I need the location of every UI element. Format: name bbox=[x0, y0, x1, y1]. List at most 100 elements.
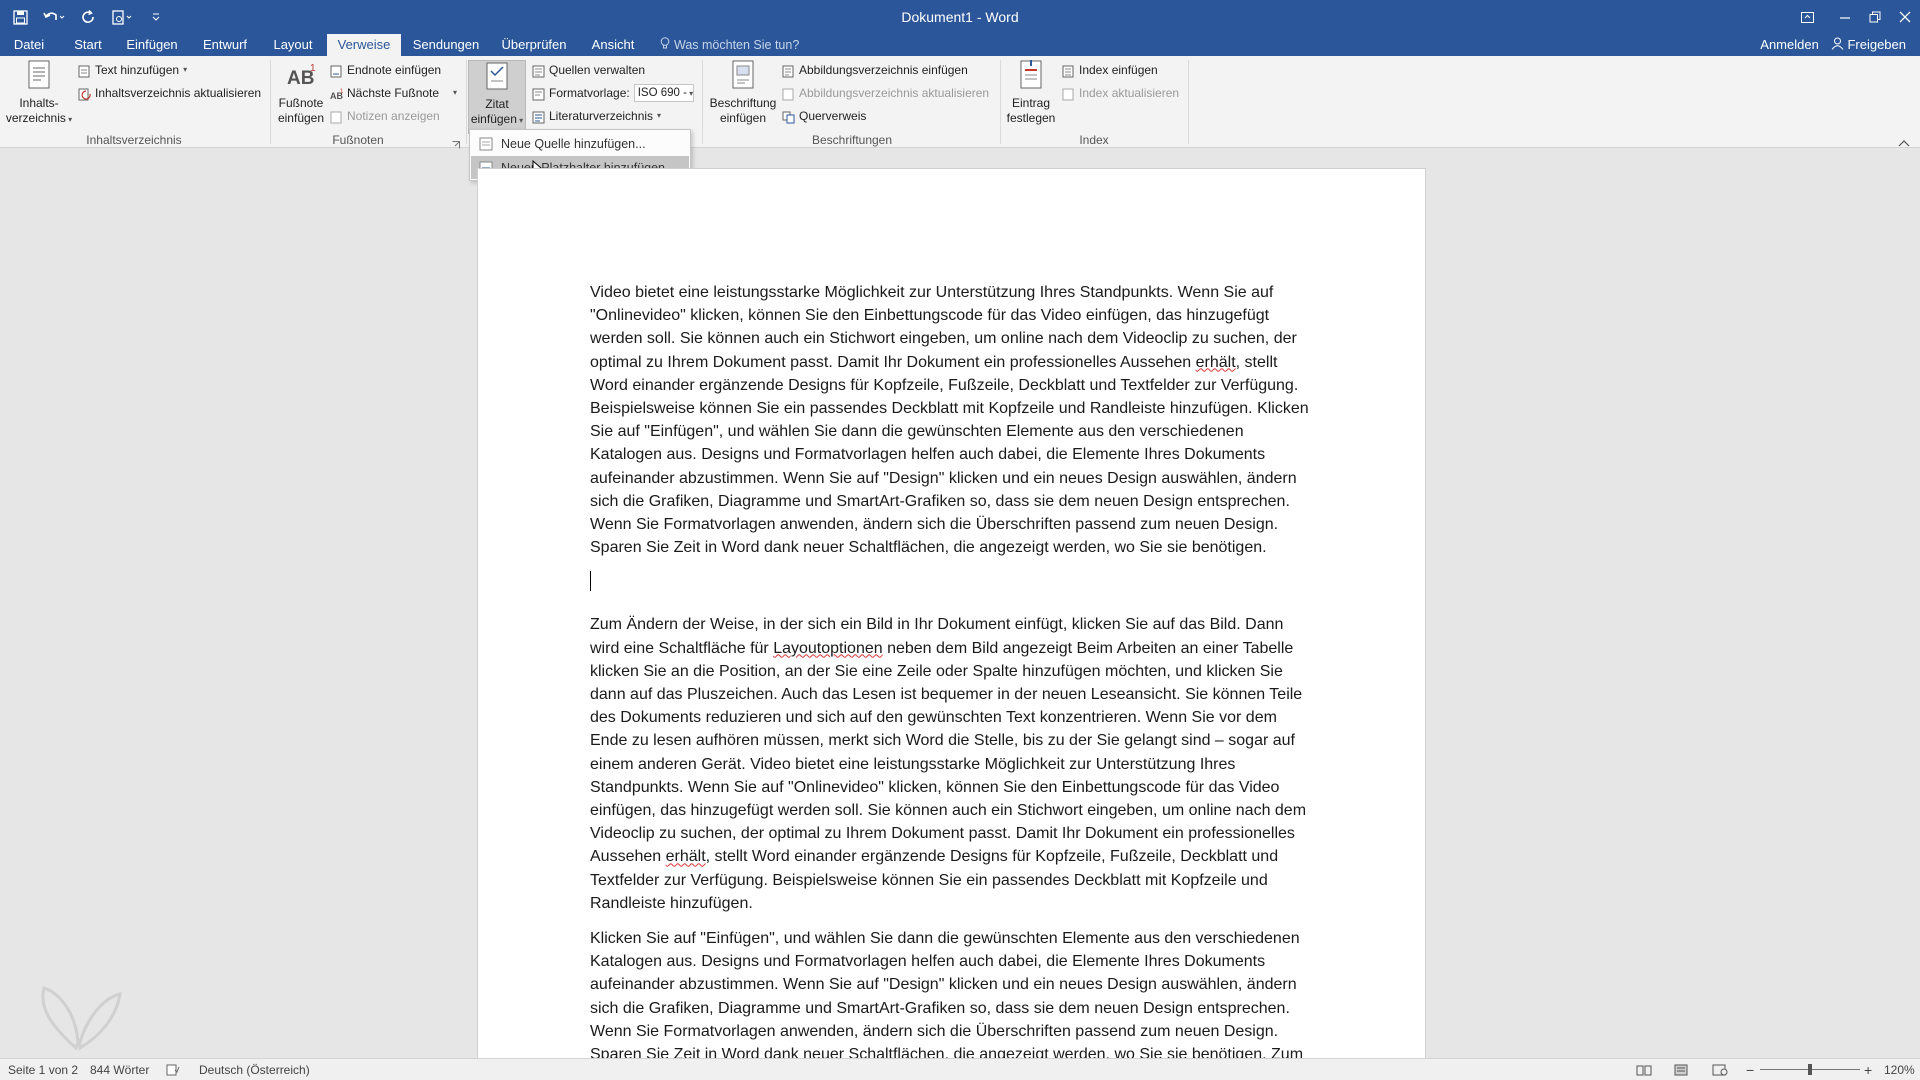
mark-entry-button[interactable]: Eintrag festlegen bbox=[1002, 60, 1060, 126]
menu-item-new-source[interactable]: Neue Quelle hinzufügen... bbox=[471, 132, 689, 155]
bibliography-label: Literaturverzeichnis bbox=[549, 109, 654, 123]
language-indicator[interactable]: Deutsch (Österreich) bbox=[199, 1059, 310, 1080]
svg-text:1: 1 bbox=[340, 89, 344, 95]
caption-label-1: Beschriftung bbox=[709, 96, 777, 110]
paragraph[interactable]: Zum Ändern der Weise, in der sich ein Bi… bbox=[590, 613, 1310, 915]
update-table-of-figures-button[interactable]: Abbildungsverzeichnis aktualisieren bbox=[782, 83, 989, 103]
insert-footnote-button[interactable]: AB 1 Fußnote einfügen bbox=[274, 60, 328, 126]
footnote-icon: AB 1 bbox=[274, 60, 328, 94]
citation-style-selector[interactable]: Formatvorlage: ISO 690 - ▾ bbox=[532, 83, 694, 103]
paragraph[interactable]: Video bietet eine leistungsstarke Möglic… bbox=[590, 281, 1310, 559]
insert-index-icon bbox=[1062, 64, 1075, 77]
svg-text:1: 1 bbox=[310, 63, 316, 74]
close-icon[interactable] bbox=[1890, 0, 1920, 34]
endnote-label: Endnote einfügen bbox=[347, 63, 442, 77]
web-layout-icon[interactable] bbox=[1712, 1059, 1728, 1080]
update-index-label: Index aktualisieren bbox=[1079, 86, 1180, 100]
paragraph-text: neben dem Bild angezeigt Beim Arbeiten a… bbox=[590, 639, 1307, 866]
style-combo-value[interactable]: ISO 690 - ▾ bbox=[633, 84, 694, 102]
show-notes-button[interactable]: Notizen anzeigen bbox=[330, 106, 440, 126]
document-body[interactable]: Video bietet eine leistungsstarke Möglic… bbox=[590, 281, 1310, 1058]
tell-me-box[interactable]: Was möchten Sie tun? bbox=[660, 34, 799, 56]
page-count[interactable]: Seite 1 von 2 bbox=[8, 1059, 78, 1080]
update-table-icon bbox=[782, 87, 795, 100]
style-label: Formatvorlage: bbox=[549, 86, 630, 100]
account-area: Anmelden Freigeben bbox=[1760, 34, 1906, 56]
update-index-icon bbox=[1062, 87, 1075, 100]
zoom-slider-thumb[interactable] bbox=[1808, 1064, 1812, 1075]
save-icon[interactable] bbox=[6, 3, 34, 31]
tab-ueberpruefen[interactable]: Überprüfen bbox=[494, 34, 574, 56]
zoom-level[interactable]: 120% bbox=[1884, 1059, 1915, 1080]
tab-ansicht[interactable]: Ansicht bbox=[582, 34, 644, 56]
endnote-icon bbox=[330, 64, 343, 77]
insert-table-of-figures-button[interactable]: Abbildungsverzeichnis einfügen bbox=[782, 60, 968, 80]
signin-link[interactable]: Anmelden bbox=[1760, 34, 1819, 56]
group-label-footnotes: Fußnoten bbox=[332, 133, 384, 147]
spelling-flag[interactable]: Layoutoptionen bbox=[773, 640, 882, 657]
group-label-index: Index bbox=[1079, 133, 1109, 147]
read-mode-icon[interactable] bbox=[1636, 1059, 1652, 1080]
footnotes-dialog-launcher-icon[interactable] bbox=[452, 136, 460, 154]
spelling-flag[interactable]: erhält bbox=[1196, 354, 1236, 371]
ribbon-display-options-icon[interactable] bbox=[1792, 0, 1822, 34]
toc-button[interactable]: Inhalts- verzeichnis ▾ bbox=[4, 60, 74, 127]
word-count[interactable]: 844 Wörter bbox=[90, 1059, 149, 1080]
mark-entry-label-2: festlegen bbox=[1006, 111, 1056, 125]
undo-icon[interactable] bbox=[40, 3, 68, 31]
window-title: Dokument1 - Word bbox=[901, 9, 1019, 25]
citation-label-1: Zitat bbox=[485, 97, 509, 111]
print-preview-icon[interactable] bbox=[108, 3, 136, 31]
update-toc-button[interactable]: Inhaltsverzeichnis aktualisieren bbox=[78, 83, 261, 103]
spelling-flag[interactable]: erhält bbox=[666, 848, 706, 865]
toc-label-1: Inhalts- bbox=[19, 96, 59, 110]
document-page[interactable]: Video bietet eine leistungsstarke Möglic… bbox=[477, 168, 1426, 1058]
share-button[interactable]: Freigeben bbox=[1831, 34, 1906, 56]
minimize-icon[interactable] bbox=[1830, 0, 1860, 34]
manage-sources-icon bbox=[532, 64, 545, 77]
update-index-button[interactable]: Index aktualisieren bbox=[1062, 83, 1179, 103]
tab-sendungen[interactable]: Sendungen bbox=[406, 34, 486, 56]
person-icon bbox=[1831, 35, 1844, 57]
tab-entwurf[interactable]: Entwurf bbox=[192, 34, 258, 56]
mark-entry-icon bbox=[1002, 60, 1060, 94]
cross-reference-label: Querverweis bbox=[799, 109, 867, 123]
tab-layout[interactable]: Layout bbox=[264, 34, 322, 56]
style-icon bbox=[532, 87, 545, 100]
paragraph[interactable]: Klicken Sie auf "Einfügen", und wählen S… bbox=[590, 927, 1310, 1058]
bibliography-button[interactable]: Literaturverzeichnis ▾ bbox=[532, 106, 661, 126]
new-source-label: Neue Quelle hinzufügen... bbox=[501, 136, 646, 151]
print-layout-icon[interactable] bbox=[1674, 1059, 1688, 1080]
show-notes-icon bbox=[330, 110, 343, 123]
tab-start[interactable]: Start bbox=[62, 34, 114, 56]
insert-index-label: Index einfügen bbox=[1079, 63, 1158, 77]
zoom-in-icon[interactable]: + bbox=[1864, 1059, 1872, 1080]
insert-index-button[interactable]: Index einfügen bbox=[1062, 60, 1158, 80]
share-label: Freigeben bbox=[1847, 37, 1906, 52]
collapse-ribbon-icon[interactable] bbox=[1898, 134, 1910, 152]
tab-datei[interactable]: Datei bbox=[0, 34, 58, 56]
footnote-label-1: Fußnote bbox=[278, 96, 324, 110]
manage-sources-button[interactable]: Quellen verwalten bbox=[532, 60, 645, 80]
paragraph-text: Video bietet eine leistungsstarke Möglic… bbox=[590, 284, 1297, 371]
update-table-label: Abbildungsverzeichnis aktualisieren bbox=[799, 86, 990, 100]
customize-qat-icon[interactable] bbox=[142, 3, 170, 31]
insert-endnote-button[interactable]: Endnote einfügen bbox=[330, 60, 441, 80]
tab-verweise[interactable]: Verweise bbox=[327, 34, 401, 56]
next-footnote-label: Nächste Fußnote bbox=[347, 86, 440, 100]
redo-icon[interactable] bbox=[74, 3, 102, 31]
insert-citation-button[interactable]: Zitat einfügen ▾ bbox=[468, 60, 526, 134]
tab-einfuegen[interactable]: Einfügen bbox=[118, 34, 186, 56]
lightbulb-icon bbox=[660, 35, 670, 57]
insert-caption-button[interactable]: Beschriftung einfügen bbox=[706, 60, 780, 126]
group-separator bbox=[466, 60, 467, 144]
add-text-button[interactable]: Text hinzufügen ▾ bbox=[78, 60, 187, 80]
next-footnote-button[interactable]: AB 1 Nächste Fußnote ▾ bbox=[330, 83, 457, 103]
proofing-icon[interactable] bbox=[166, 1059, 180, 1080]
ribbon-tab-bar: Datei Start Einfügen Entwurf Layout Verw… bbox=[0, 34, 1920, 56]
restore-icon[interactable] bbox=[1860, 0, 1890, 34]
cross-reference-button[interactable]: Querverweis bbox=[782, 106, 866, 126]
citation-label-2: einfügen bbox=[470, 112, 517, 126]
group-separator bbox=[270, 60, 271, 144]
zoom-out-icon[interactable]: − bbox=[1746, 1059, 1754, 1080]
